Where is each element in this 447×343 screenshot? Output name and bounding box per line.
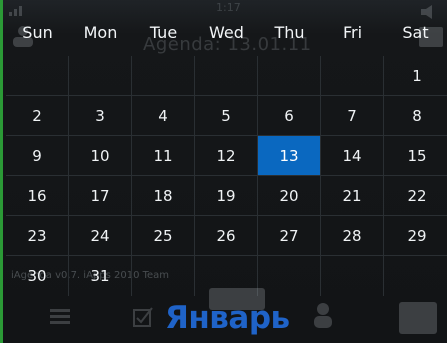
week-row: 23 24 25 26 27 28 29: [6, 216, 447, 256]
day-cell[interactable]: 10: [69, 136, 132, 176]
weekday-wed: Wed: [209, 22, 244, 42]
day-cell: [6, 56, 69, 96]
day-cell[interactable]: 24: [69, 216, 132, 256]
week-row: 1: [6, 56, 447, 96]
week-row: 2 3 4 5 6 7 8: [6, 96, 447, 136]
day-cell: [321, 56, 384, 96]
weekday-fri: Fri: [342, 22, 363, 42]
day-cell[interactable]: 2: [6, 96, 69, 136]
day-cell: [69, 56, 132, 96]
day-cell[interactable]: 16: [6, 176, 69, 216]
day-cell: [132, 256, 195, 296]
week-row: 16 17 18 19 20 21 22: [6, 176, 447, 216]
day-cell[interactable]: 3: [69, 96, 132, 136]
day-cell[interactable]: 23: [6, 216, 69, 256]
list-icon: [50, 309, 70, 324]
day-cell[interactable]: 30: [6, 256, 69, 296]
agenda-screen: 1:17 Agenda: 13.01.11 iAgenda v0.7. iApp…: [0, 0, 447, 343]
weekday-thu: Thu: [274, 22, 305, 42]
day-cell: [258, 256, 321, 296]
day-cell[interactable]: 18: [132, 176, 195, 216]
day-cell: [132, 56, 195, 96]
day-cell[interactable]: 21: [321, 176, 384, 216]
day-cell[interactable]: 7: [321, 96, 384, 136]
day-cell[interactable]: 11: [132, 136, 195, 176]
day-cell[interactable]: 8: [384, 96, 447, 136]
person-silhouette-icon: [314, 303, 332, 328]
weekday-tue: Tue: [149, 22, 178, 42]
day-cell[interactable]: 6: [258, 96, 321, 136]
day-cell[interactable]: 29: [384, 216, 447, 256]
day-cell: [384, 256, 447, 296]
day-cell[interactable]: 27: [258, 216, 321, 256]
day-cell[interactable]: 15: [384, 136, 447, 176]
day-cell[interactable]: 28: [321, 216, 384, 256]
grid-icon: [399, 302, 437, 334]
day-cell: [195, 56, 258, 96]
checkbox-icon: [133, 307, 153, 327]
weekday-sun: Sun: [22, 22, 53, 42]
weekday-header: Sun Mon Tue Wed Thu Fri Sat: [6, 8, 447, 56]
day-cell[interactable]: 9: [6, 136, 69, 176]
week-row: 9 10 11 12 13 14 15: [6, 136, 447, 176]
month-label: Январь: [165, 300, 290, 336]
day-cell[interactable]: 22: [384, 176, 447, 216]
day-cell[interactable]: 5: [195, 96, 258, 136]
day-cell[interactable]: 25: [132, 216, 195, 256]
day-cell[interactable]: 14: [321, 136, 384, 176]
day-cell[interactable]: 19: [195, 176, 258, 216]
weekday-sat: Sat: [402, 22, 429, 42]
day-cell[interactable]: 31: [69, 256, 132, 296]
day-cell: [258, 56, 321, 96]
day-cell[interactable]: 20: [258, 176, 321, 216]
selected-day-cell[interactable]: 13: [258, 136, 321, 176]
day-cell[interactable]: 4: [132, 96, 195, 136]
day-cell: [321, 256, 384, 296]
weekday-mon: Mon: [83, 22, 118, 42]
day-cell[interactable]: 17: [69, 176, 132, 216]
day-cell[interactable]: 12: [195, 136, 258, 176]
day-cell[interactable]: 26: [195, 216, 258, 256]
day-cell[interactable]: 1: [384, 56, 447, 96]
